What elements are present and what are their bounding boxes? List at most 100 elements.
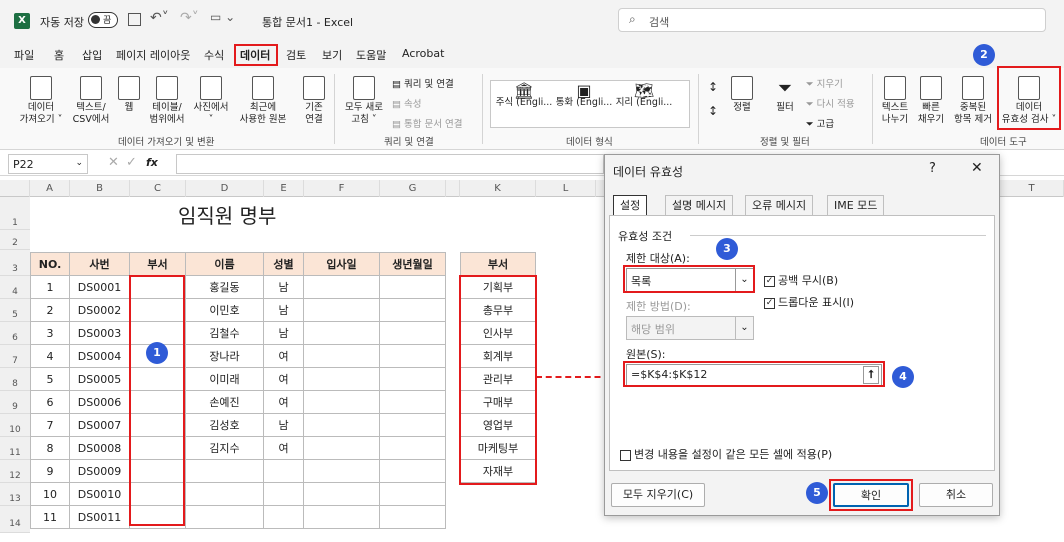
row-header[interactable]: 2 (0, 230, 30, 250)
clear-button[interactable]: ⏷ 지우기 (806, 76, 843, 90)
cell-no[interactable]: 10 (30, 483, 70, 506)
cell-gender[interactable]: 남 (264, 276, 304, 299)
cell-birth-date[interactable] (380, 414, 446, 437)
cell-id[interactable]: DS0009 (70, 460, 130, 483)
data-select[interactable]: 해당 범위 ⌄ (626, 316, 754, 340)
cell-id[interactable]: DS0002 (70, 299, 130, 322)
row-header[interactable]: 3 (0, 250, 30, 276)
cell-id[interactable]: DS0008 (70, 437, 130, 460)
cell-gender[interactable]: 여 (264, 345, 304, 368)
save-icon[interactable] (128, 13, 141, 26)
edit-links-button[interactable]: ▤ 통합 문서 연결 (392, 116, 462, 130)
cell-id[interactable]: DS0011 (70, 506, 130, 529)
cell-gender[interactable] (264, 483, 304, 506)
cell-hire-date[interactable] (304, 460, 380, 483)
cell-birth-date[interactable] (380, 345, 446, 368)
tab-acrobat[interactable]: Acrobat (402, 47, 444, 60)
cell-id[interactable]: DS0007 (70, 414, 130, 437)
header-birth-date[interactable]: 생년월일 (380, 252, 446, 276)
tab-page-layout[interactable]: 페이지 레이아웃 (116, 47, 190, 63)
apply-all-checkbox[interactable]: 변경 내용을 설정이 같은 모든 셀에 적용(P) (620, 446, 832, 462)
autosave-toggle[interactable]: 끔 (88, 12, 118, 28)
flash-fill-button[interactable]: 빠른 채우기 (914, 76, 948, 126)
tab-formulas[interactable]: 수식 (204, 47, 224, 63)
cell-gender[interactable] (264, 460, 304, 483)
row-header[interactable]: 1 (0, 197, 30, 230)
help-icon[interactable]: ? (929, 161, 936, 176)
get-data-button[interactable]: 데이터 가져오기 ˅ (18, 76, 64, 126)
cell-name[interactable]: 김철수 (186, 322, 264, 345)
cancel-button[interactable]: 취소 (919, 483, 993, 507)
cell-gender[interactable]: 남 (264, 414, 304, 437)
cell-name[interactable]: 홍길동 (186, 276, 264, 299)
tab-settings[interactable]: 설정 (613, 195, 648, 215)
cell-hire-date[interactable] (304, 483, 380, 506)
cell-no[interactable]: 7 (30, 414, 70, 437)
text-csv-button[interactable]: 텍스트/ CSV에서 (70, 76, 112, 126)
cell-no[interactable]: 9 (30, 460, 70, 483)
geography-button[interactable]: 🗺 지리 (Engli... (615, 83, 673, 109)
select-all-corner[interactable] (0, 180, 30, 197)
column-header[interactable]: G (380, 180, 446, 197)
refresh-all-button[interactable]: 모두 새로 고침 ˅ (342, 76, 386, 126)
close-icon[interactable]: ✕ (971, 160, 983, 176)
tab-ime-mode[interactable]: IME 모드 (827, 195, 885, 215)
column-header[interactable] (446, 180, 460, 197)
column-header[interactable]: E (264, 180, 304, 197)
row-header[interactable]: 4 (0, 276, 30, 299)
cell-birth-date[interactable] (380, 368, 446, 391)
row-header[interactable]: 8 (0, 368, 30, 391)
cell-no[interactable]: 8 (30, 437, 70, 460)
from-picture-button[interactable]: 사진에서 ˅ (190, 76, 232, 126)
cell-name[interactable] (186, 506, 264, 529)
cell-no[interactable]: 11 (30, 506, 70, 529)
cell-id[interactable]: DS0005 (70, 368, 130, 391)
tab-insert[interactable]: 삽입 (82, 47, 102, 63)
recent-sources-button[interactable]: 최근에 사용한 원본 (234, 76, 292, 126)
column-header[interactable]: T (1000, 180, 1064, 197)
remove-duplicates-button[interactable]: 중복된 항목 제거 (950, 76, 996, 126)
tab-input-message[interactable]: 설명 메시지 (665, 195, 734, 215)
cell-name[interactable]: 김성호 (186, 414, 264, 437)
column-header[interactable]: C (130, 180, 186, 197)
cell-no[interactable]: 3 (30, 322, 70, 345)
cell-id[interactable]: DS0001 (70, 276, 130, 299)
cell-hire-date[interactable] (304, 391, 380, 414)
advanced-button[interactable]: ⏷ 고급 (806, 116, 834, 130)
column-header[interactable]: B (70, 180, 130, 197)
cell-name[interactable]: 장나라 (186, 345, 264, 368)
cell-no[interactable]: 6 (30, 391, 70, 414)
tab-help[interactable]: 도움말 (356, 47, 386, 63)
row-header[interactable]: 7 (0, 345, 30, 368)
header-gender[interactable]: 성별 (264, 252, 304, 276)
formula-input[interactable] (176, 154, 604, 174)
cell-id[interactable]: DS0010 (70, 483, 130, 506)
header-no[interactable]: NO. (30, 252, 70, 276)
row-header[interactable]: 12 (0, 460, 30, 483)
row-header[interactable]: 13 (0, 483, 30, 506)
row-header[interactable]: 14 (0, 506, 30, 533)
tab-error-alert[interactable]: 오류 메시지 (745, 195, 814, 215)
customize-qat-icon[interactable]: ▭ ⌄ (210, 10, 235, 24)
column-header[interactable]: A (30, 180, 70, 197)
cell-name[interactable] (186, 460, 264, 483)
row-header[interactable]: 10 (0, 414, 30, 437)
row-header[interactable]: 9 (0, 391, 30, 414)
header-name[interactable]: 이름 (186, 252, 264, 276)
cell-hire-date[interactable] (304, 414, 380, 437)
cell-id[interactable]: DS0003 (70, 322, 130, 345)
cell-birth-date[interactable] (380, 437, 446, 460)
cell-hire-date[interactable] (304, 322, 380, 345)
tab-review[interactable]: 검토 (286, 47, 306, 63)
cell-hire-date[interactable] (304, 299, 380, 322)
tab-file[interactable]: 파일 (14, 47, 34, 63)
tab-home[interactable]: 홈 (54, 47, 64, 63)
stocks-button[interactable]: 🏛 주식 (Engli... (495, 83, 553, 109)
cell-name[interactable]: 이미래 (186, 368, 264, 391)
cell-gender[interactable]: 여 (264, 368, 304, 391)
cell-gender[interactable]: 남 (264, 299, 304, 322)
column-header[interactable]: L (536, 180, 596, 197)
cell-birth-date[interactable] (380, 483, 446, 506)
cell-birth-date[interactable] (380, 506, 446, 529)
enter-icon[interactable]: ✓ (126, 155, 137, 170)
